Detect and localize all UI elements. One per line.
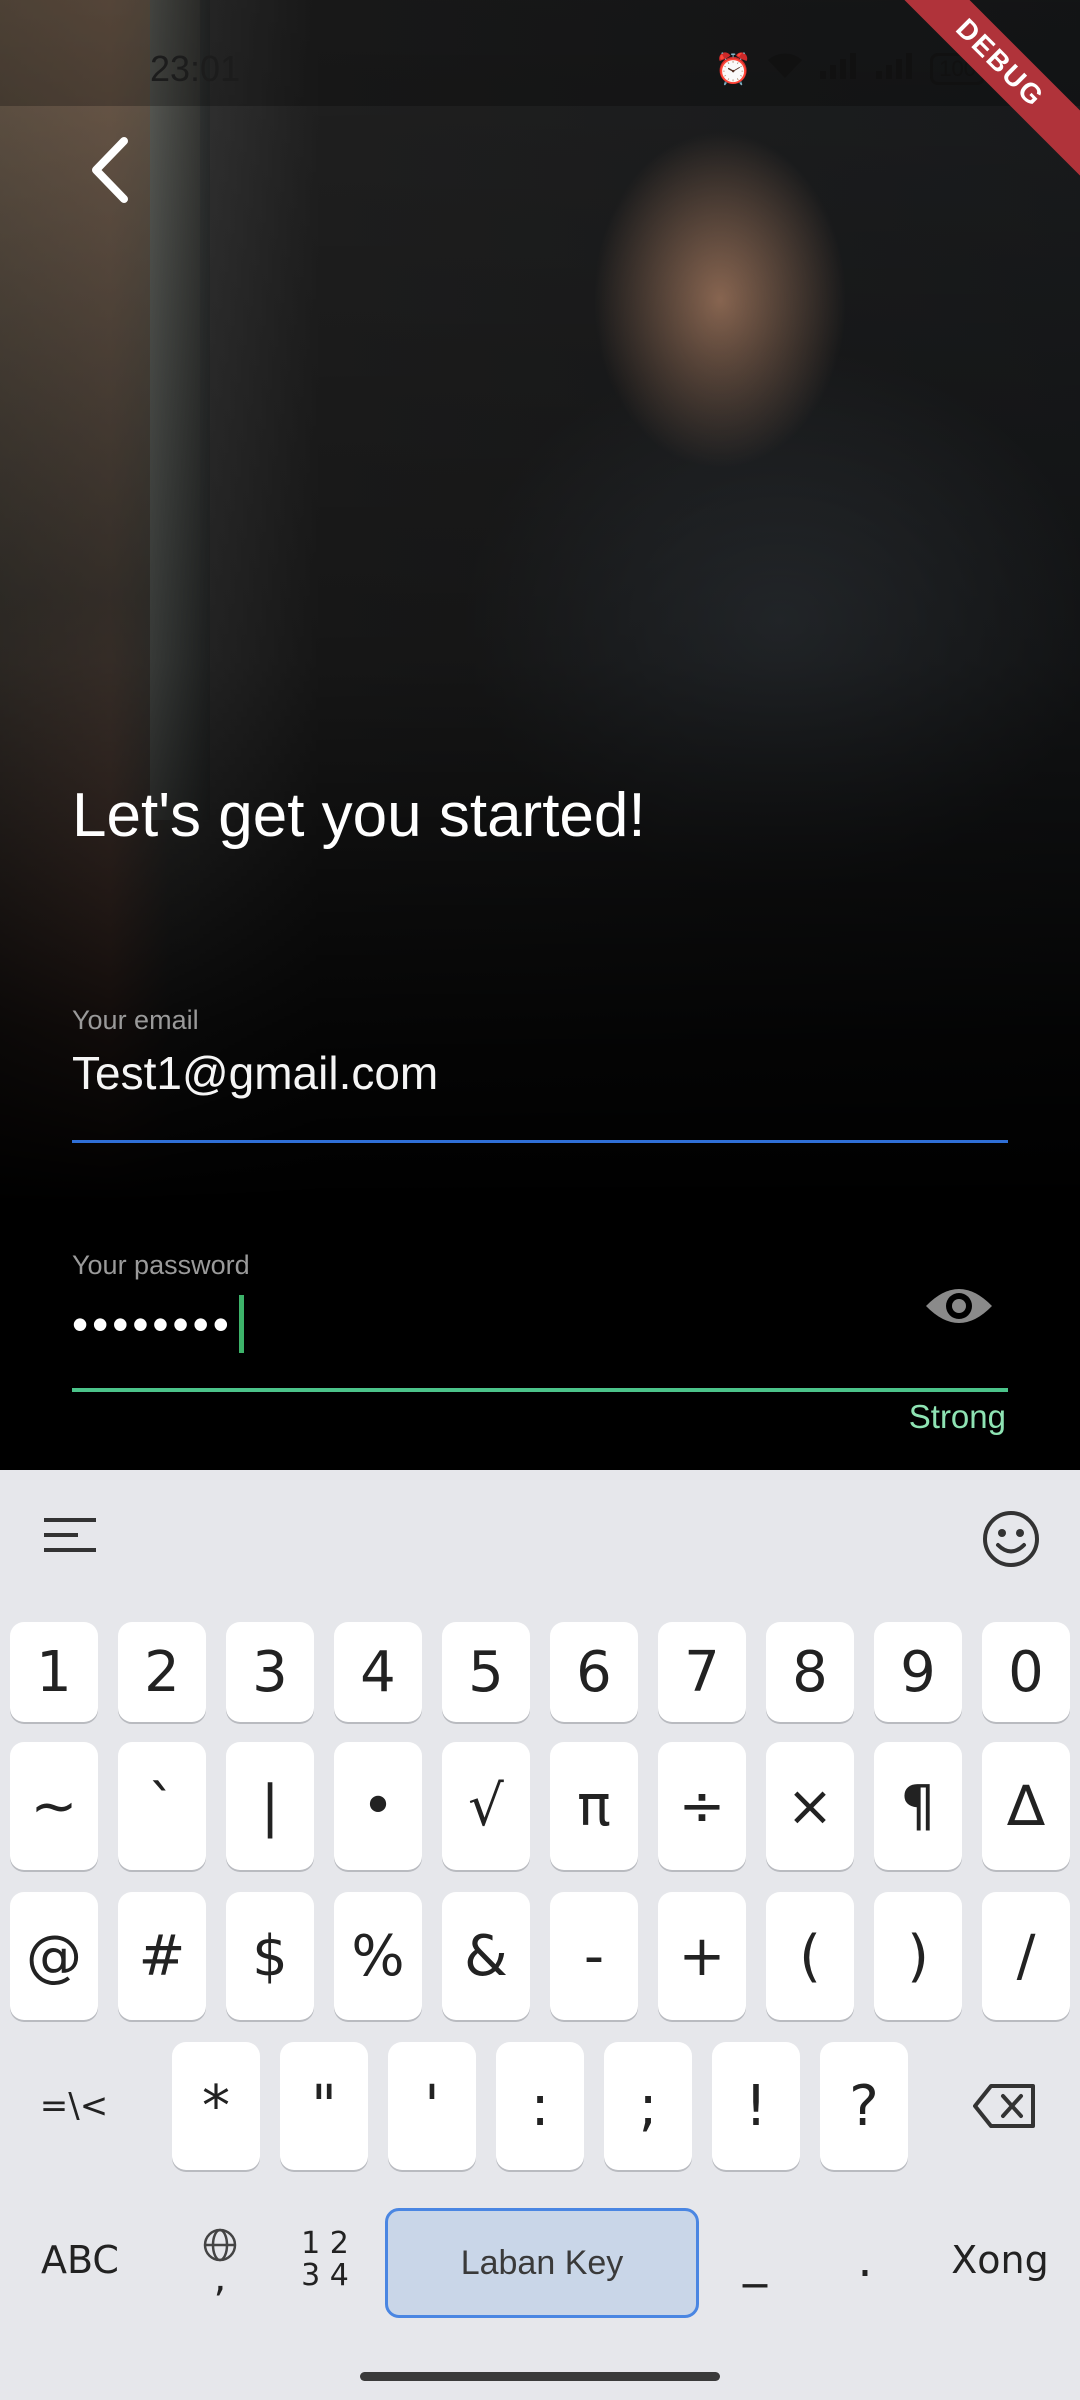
- key-at[interactable]: @: [10, 1892, 98, 2020]
- backspace-icon: [973, 2084, 1035, 2128]
- abc-button[interactable]: ABC: [10, 2208, 150, 2312]
- password-field[interactable]: Your password ••••••••: [72, 1250, 1008, 1353]
- key-multiply[interactable]: ×: [766, 1742, 854, 1870]
- key-colon[interactable]: :: [496, 2042, 584, 2170]
- key-8[interactable]: 8: [766, 1622, 854, 1722]
- key-close-paren[interactable]: ): [874, 1892, 962, 2020]
- key-open-paren[interactable]: (: [766, 1892, 854, 2020]
- key-underscore[interactable]: _: [710, 2208, 800, 2312]
- status-icons: ⏰ 100: [715, 50, 985, 88]
- key-pilcrow[interactable]: ¶: [874, 1742, 962, 1870]
- on-screen-keyboard: 1 2 3 4 5 6 7 8 9 0 ~ ` | • √ π ÷ × ¶ ∆ …: [0, 1470, 1080, 2400]
- key-asterisk[interactable]: *: [172, 2042, 260, 2170]
- key-4[interactable]: 4: [334, 1622, 422, 1722]
- key-percent[interactable]: %: [334, 1892, 422, 2020]
- key-plus[interactable]: +: [658, 1892, 746, 2020]
- password-value: ••••••••: [72, 1298, 233, 1350]
- status-bar: 23:01 ⏰ 100: [0, 0, 1080, 106]
- key-single-quote[interactable]: ': [388, 2042, 476, 2170]
- signal-icon: [818, 51, 860, 87]
- key-bullet[interactable]: •: [334, 1742, 422, 1870]
- emoji-icon[interactable]: [982, 1510, 1040, 1568]
- menu-icon[interactable]: [44, 1516, 96, 1554]
- key-7[interactable]: 7: [658, 1622, 746, 1722]
- backspace-button[interactable]: [950, 2042, 1060, 2170]
- password-label: Your password: [72, 1250, 250, 1280]
- email-underline: [72, 1140, 1008, 1143]
- key-more-symbols[interactable]: =\<: [10, 2042, 138, 2170]
- key-slash[interactable]: /: [982, 1892, 1070, 2020]
- key-dollar[interactable]: $: [226, 1892, 314, 2020]
- home-indicator[interactable]: [360, 2372, 720, 2381]
- password-underline: [72, 1388, 1008, 1392]
- back-button[interactable]: [70, 130, 150, 210]
- numpad-label: 1 2 3 4: [301, 2226, 349, 2293]
- chevron-left-icon: [92, 137, 128, 203]
- key-ampersand[interactable]: &: [442, 1892, 530, 2020]
- key-sqrt[interactable]: √: [442, 1742, 530, 1870]
- key-hash[interactable]: #: [118, 1892, 206, 2020]
- key-6[interactable]: 6: [550, 1622, 638, 1722]
- numpad-button[interactable]: 1 2 3 4: [280, 2208, 370, 2312]
- comma-label: ,: [213, 2255, 227, 2301]
- key-2[interactable]: 2: [118, 1622, 206, 1722]
- eye-icon[interactable]: [924, 1278, 994, 1334]
- key-exclamation[interactable]: !: [712, 2042, 800, 2170]
- key-minus[interactable]: -: [550, 1892, 638, 2020]
- key-3[interactable]: 3: [226, 1622, 314, 1722]
- alarm-icon: ⏰: [714, 52, 753, 86]
- email-label: Your email: [72, 1005, 199, 1035]
- key-pipe[interactable]: |: [226, 1742, 314, 1870]
- key-question[interactable]: ?: [820, 2042, 908, 2170]
- done-button[interactable]: Xong: [930, 2208, 1070, 2312]
- email-input[interactable]: Test1@gmail.com: [72, 1046, 1008, 1100]
- password-input[interactable]: ••••••••: [72, 1295, 1008, 1353]
- key-double-quote[interactable]: ": [280, 2042, 368, 2170]
- language-button[interactable]: ,: [170, 2208, 270, 2312]
- email-field[interactable]: Your email Test1@gmail.com: [72, 1005, 1008, 1100]
- key-tilde[interactable]: ~: [10, 1742, 98, 1870]
- key-semicolon[interactable]: ;: [604, 2042, 692, 2170]
- key-0[interactable]: 0: [982, 1622, 1070, 1722]
- page-title: Let's get you started!: [72, 781, 646, 850]
- key-1[interactable]: 1: [10, 1622, 98, 1722]
- password-strength: Strong: [908, 1398, 1006, 1435]
- wifi-icon: [766, 50, 804, 88]
- key-9[interactable]: 9: [874, 1622, 962, 1722]
- keyboard-toolbar: [0, 1470, 1080, 1600]
- text-cursor: [238, 1295, 244, 1353]
- key-delta[interactable]: ∆: [982, 1742, 1070, 1870]
- key-pi[interactable]: π: [550, 1742, 638, 1870]
- space-bar[interactable]: Laban Key: [385, 2208, 699, 2318]
- key-dot[interactable]: .: [820, 2208, 910, 2312]
- key-divide[interactable]: ÷: [658, 1742, 746, 1870]
- status-time: 23:01: [150, 48, 241, 89]
- signal-icon-2: [874, 51, 916, 87]
- key-5[interactable]: 5: [442, 1622, 530, 1722]
- key-backtick[interactable]: `: [118, 1742, 206, 1870]
